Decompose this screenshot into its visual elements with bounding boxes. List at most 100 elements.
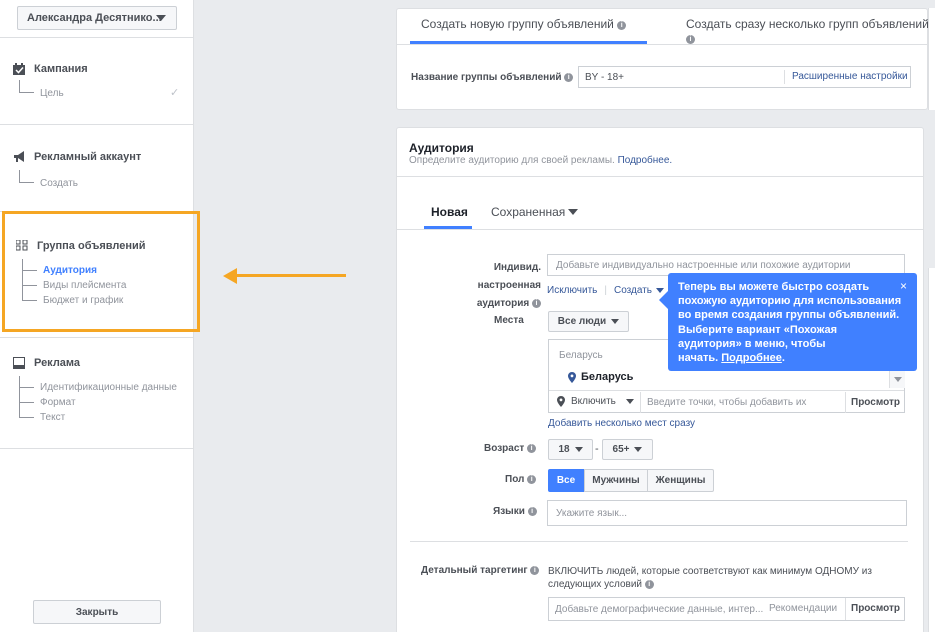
adset-name-input[interactable]: BY - 18+ Расширенные настройки <box>578 66 911 88</box>
location-name: Беларусь <box>581 371 634 383</box>
label-line: аудитория <box>476 298 530 309</box>
divider <box>410 541 908 542</box>
close-icon[interactable]: × <box>900 279 907 293</box>
divider <box>0 448 194 449</box>
info-icon[interactable]: i <box>527 475 537 484</box>
sidebar-item-format[interactable]: Формат <box>40 397 76 408</box>
exclude-link[interactable]: Исключить <box>547 285 597 296</box>
info-icon[interactable]: i <box>527 444 537 453</box>
tab-create-multiple[interactable]: Создать сразу несколько групп объявлений… <box>686 17 935 45</box>
account-selector[interactable]: Александра Десятнико... <box>17 6 177 30</box>
places-dropdown[interactable]: Все люди <box>548 311 629 332</box>
sidebar-section-ad[interactable]: Реклама <box>13 357 80 369</box>
include-dropdown[interactable]: Включить <box>557 396 634 407</box>
gender-men-button[interactable]: Мужчины <box>584 469 648 492</box>
megaphone-icon <box>13 151 26 163</box>
divider <box>845 392 846 413</box>
age-min-dropdown[interactable]: 18 <box>548 439 593 460</box>
sidebar-item-goal[interactable]: Цель <box>40 88 64 99</box>
browse-button[interactable]: Просмотр <box>851 603 900 614</box>
gender-all-button[interactable]: Все <box>548 469 584 492</box>
tooltip-line: во время создания группы объявлений. <box>678 309 900 322</box>
location-search-input[interactable]: Введите точки, чтобы добавить их <box>647 397 806 408</box>
create-link[interactable]: Создать <box>614 285 652 296</box>
check-icon: ✓ <box>170 87 180 99</box>
tree-branch <box>19 92 34 93</box>
tab-label: Сохраненная <box>491 205 566 219</box>
right-panel-edge <box>928 8 935 110</box>
detailed-targeting-input[interactable]: Добавьте демографические данные, интер..… <box>548 597 905 621</box>
tooltip-learn-more-link[interactable]: Подробнее <box>721 352 782 364</box>
map-pin-icon <box>557 396 565 407</box>
divider <box>845 598 846 620</box>
tab-create-new[interactable]: Создать новую группу объявлений i <box>421 17 627 31</box>
right-panel-edge <box>928 268 935 632</box>
tooltip-line: аудитория» в меню, чтобы <box>678 337 826 350</box>
browse-button[interactable]: Просмотр <box>851 397 900 408</box>
caret-down-icon <box>625 399 634 404</box>
divider <box>640 392 641 413</box>
placeholder-text: Добавьте индивидуально настроенные или п… <box>556 259 851 271</box>
sidebar-section-label: Рекламный аккаунт <box>34 151 142 163</box>
advanced-settings-link[interactable]: Расширенные настройки <box>792 71 908 82</box>
tab-saved[interactable]: Сохраненная <box>491 205 579 219</box>
age-dash: - <box>595 443 599 455</box>
sidebar-section-ad-account[interactable]: Рекламный аккаунт <box>13 151 141 163</box>
campaign-icon <box>13 63 26 75</box>
age-max-dropdown[interactable]: 65+ <box>602 439 653 460</box>
sidebar-item-text[interactable]: Текст <box>40 412 65 423</box>
dropdown-value: 65+ <box>612 444 630 455</box>
subtitle-text: Определите аудиторию для своей рекламы. <box>409 155 615 166</box>
adset-name-value: BY - 18+ <box>585 71 625 83</box>
info-icon[interactable]: i <box>527 507 537 516</box>
tree-branch <box>19 417 34 418</box>
learn-more-link[interactable]: Подробнее. <box>618 155 673 166</box>
description-line: следующих условий <box>548 579 642 590</box>
audience-subtitle: Определите аудиторию для своей рекламы. … <box>409 155 672 166</box>
description-line: ВКЛЮЧИТЬ людей, которые соответствуют ка… <box>548 566 872 577</box>
adset-name-label: Название группы объявлений i <box>411 72 574 83</box>
sidebar-item-create[interactable]: Создать <box>40 178 78 189</box>
tree-line <box>19 376 20 418</box>
map-pin-icon <box>568 371 576 383</box>
annotation-arrow <box>236 274 346 277</box>
divider <box>0 37 194 38</box>
account-name: Александра Десятнико... <box>27 12 162 24</box>
info-icon[interactable]: i <box>686 35 695 44</box>
recommendations-link[interactable]: Рекомендации <box>769 603 837 614</box>
detailed-targeting-description: ВКЛЮЧИТЬ людей, которые соответствуют ка… <box>548 565 872 591</box>
sidebar-section-label: Реклама <box>34 357 81 369</box>
detailed-targeting-label: Детальный таргетинг i <box>421 565 540 576</box>
tree-line <box>19 80 20 92</box>
tooltip-pointer <box>659 291 668 309</box>
info-icon[interactable]: i <box>530 566 540 575</box>
tab-new[interactable]: Новая <box>431 205 468 219</box>
separator: | <box>604 285 607 296</box>
scrollbar[interactable] <box>889 371 905 388</box>
caret-down-icon <box>634 447 643 452</box>
add-multiple-locations-link[interactable]: Добавить несколько мест сразу <box>548 418 695 429</box>
divider <box>396 229 924 230</box>
languages-input[interactable]: Укажите язык... <box>547 500 907 526</box>
info-icon[interactable]: i <box>617 21 627 30</box>
label-text: Языки <box>493 506 525 517</box>
tree-line <box>19 170 20 182</box>
caret-down-icon <box>611 319 620 324</box>
dropdown-value: 18 <box>558 444 570 455</box>
tree-branch <box>19 387 34 388</box>
sidebar-section-campaign[interactable]: Кампания <box>13 63 88 75</box>
chevron-down-icon <box>894 377 902 382</box>
chevron-down-icon <box>156 15 166 21</box>
location-item[interactable]: Беларусь <box>568 371 633 383</box>
info-icon[interactable]: i <box>564 73 574 82</box>
close-button[interactable]: Закрыть <box>33 600 161 624</box>
placeholder-text: Добавьте демографические данные, интер..… <box>555 603 764 615</box>
divider <box>396 176 924 177</box>
tree-branch <box>19 402 34 403</box>
info-icon[interactable]: i <box>532 299 541 308</box>
info-icon[interactable]: i <box>644 580 654 589</box>
gender-women-button[interactable]: Женщины <box>647 469 714 492</box>
audience-title: Аудитория <box>409 141 474 155</box>
sidebar-item-identity[interactable]: Идентификационные данные <box>40 382 177 393</box>
gender-label: Пол i <box>505 474 537 485</box>
